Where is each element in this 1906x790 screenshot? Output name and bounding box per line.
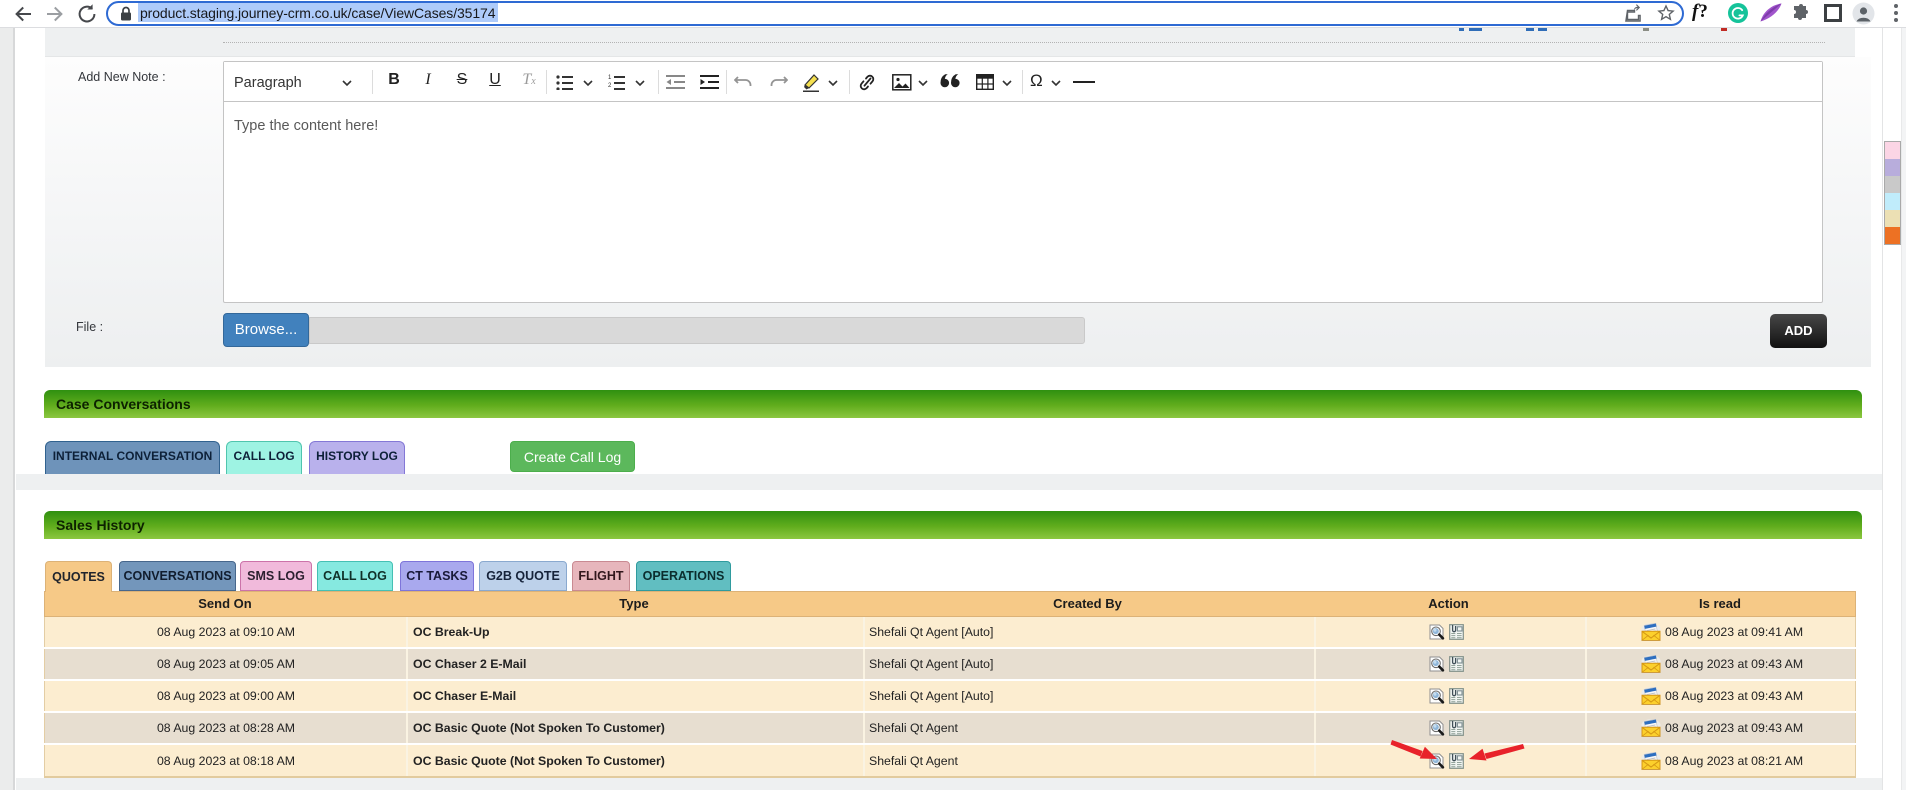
svg-text:1: 1 bbox=[608, 75, 612, 81]
svg-text:2: 2 bbox=[608, 83, 612, 89]
